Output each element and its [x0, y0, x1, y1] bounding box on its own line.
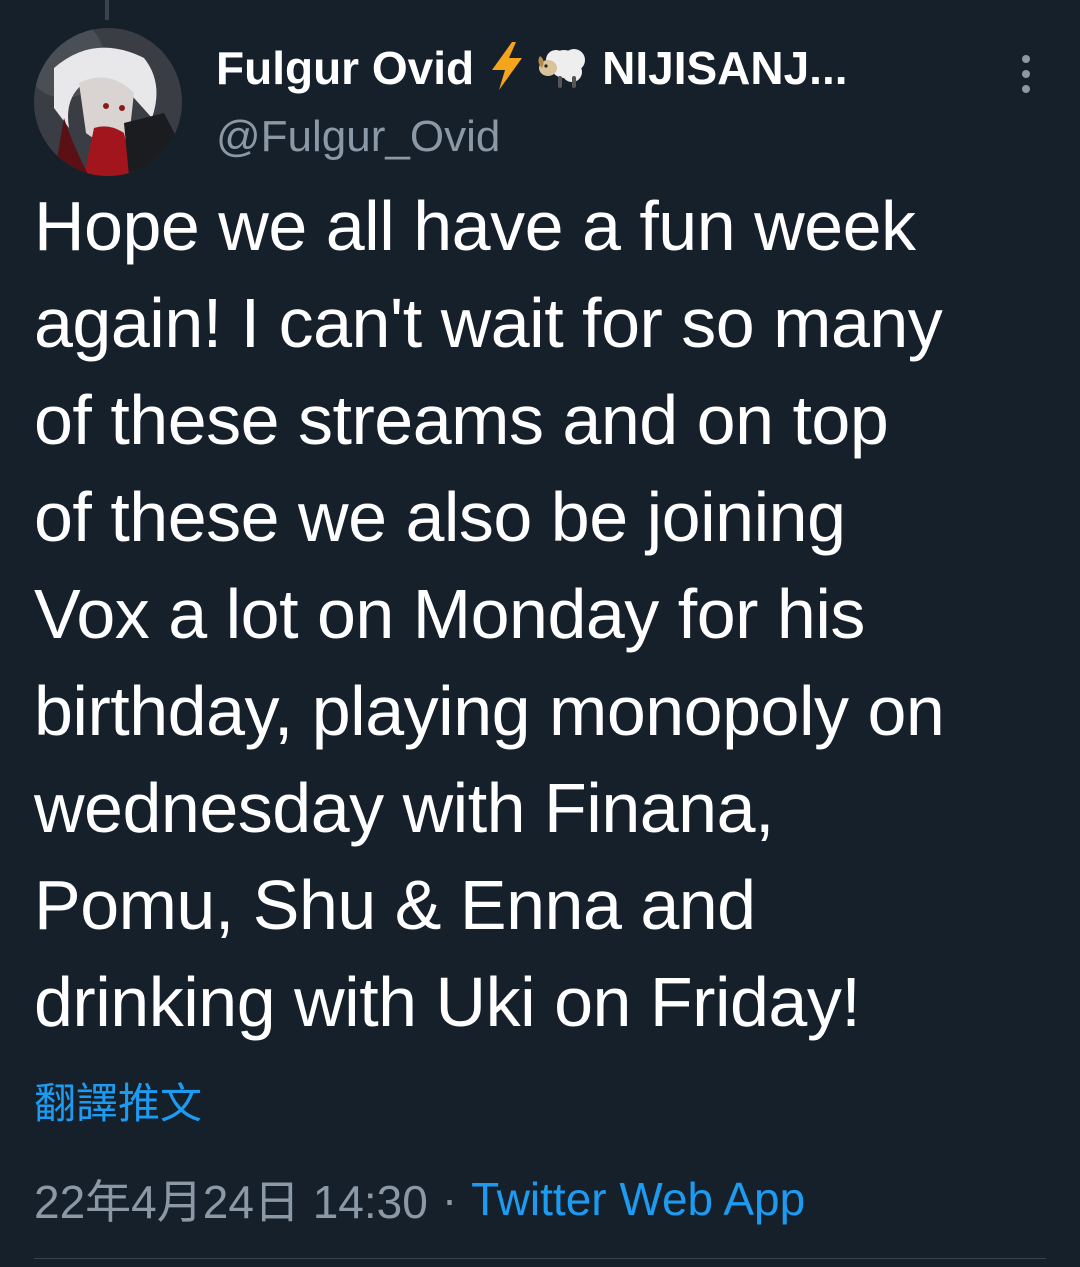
- author-name-suffix[interactable]: NIJISANJ...: [602, 41, 847, 95]
- tweet-header: Fulgur Ovid NIJISANJ... @Fulgur_Ovid: [34, 28, 1046, 178]
- tweet-text-line: drinking with Uki on Friday!: [34, 963, 861, 1041]
- more-dot: [1022, 85, 1030, 93]
- divider: [34, 1258, 1046, 1259]
- tweet-text-line: wednesday with Finana,: [34, 769, 775, 847]
- tweet-text-line: of these we also be joining: [34, 478, 846, 556]
- tweet-timestamp[interactable]: 22年4月24日 14:30: [34, 1166, 428, 1232]
- tweet-text-line: of these streams and on top: [34, 381, 889, 459]
- more-dot: [1022, 70, 1030, 78]
- author-display-name[interactable]: Fulgur Ovid: [216, 41, 474, 95]
- sheep-icon: [534, 42, 592, 95]
- tweet-text-line: Hope we all have a fun week: [34, 187, 916, 265]
- translate-tweet-link[interactable]: 翻譯推文: [34, 1070, 202, 1131]
- more-options-button[interactable]: [1006, 50, 1046, 98]
- meta-separator: ·: [441, 1173, 458, 1225]
- tweet-text-line: again! I can't wait for so many: [34, 284, 943, 362]
- tweet-text-line: birthday, playing monopoly on: [34, 672, 945, 750]
- tweet-meta: 22年4月24日 14:30 · Twitter Web App: [34, 1166, 805, 1232]
- thread-connector-line: [105, 0, 109, 20]
- author-handle[interactable]: @Fulgur_Ovid: [216, 112, 500, 162]
- tweet-text-line: Pomu, Shu & Enna and: [34, 866, 756, 944]
- more-dot: [1022, 55, 1030, 63]
- tweet-text: Hope we all have a fun week again! I can…: [34, 178, 1054, 1051]
- tweet-source-link[interactable]: Twitter Web App: [471, 1172, 805, 1226]
- avatar[interactable]: [34, 28, 182, 176]
- lightning-icon: [488, 41, 526, 95]
- author-name-row[interactable]: Fulgur Ovid NIJISANJ...: [216, 38, 848, 98]
- tweet-text-line: Vox a lot on Monday for his: [34, 575, 865, 653]
